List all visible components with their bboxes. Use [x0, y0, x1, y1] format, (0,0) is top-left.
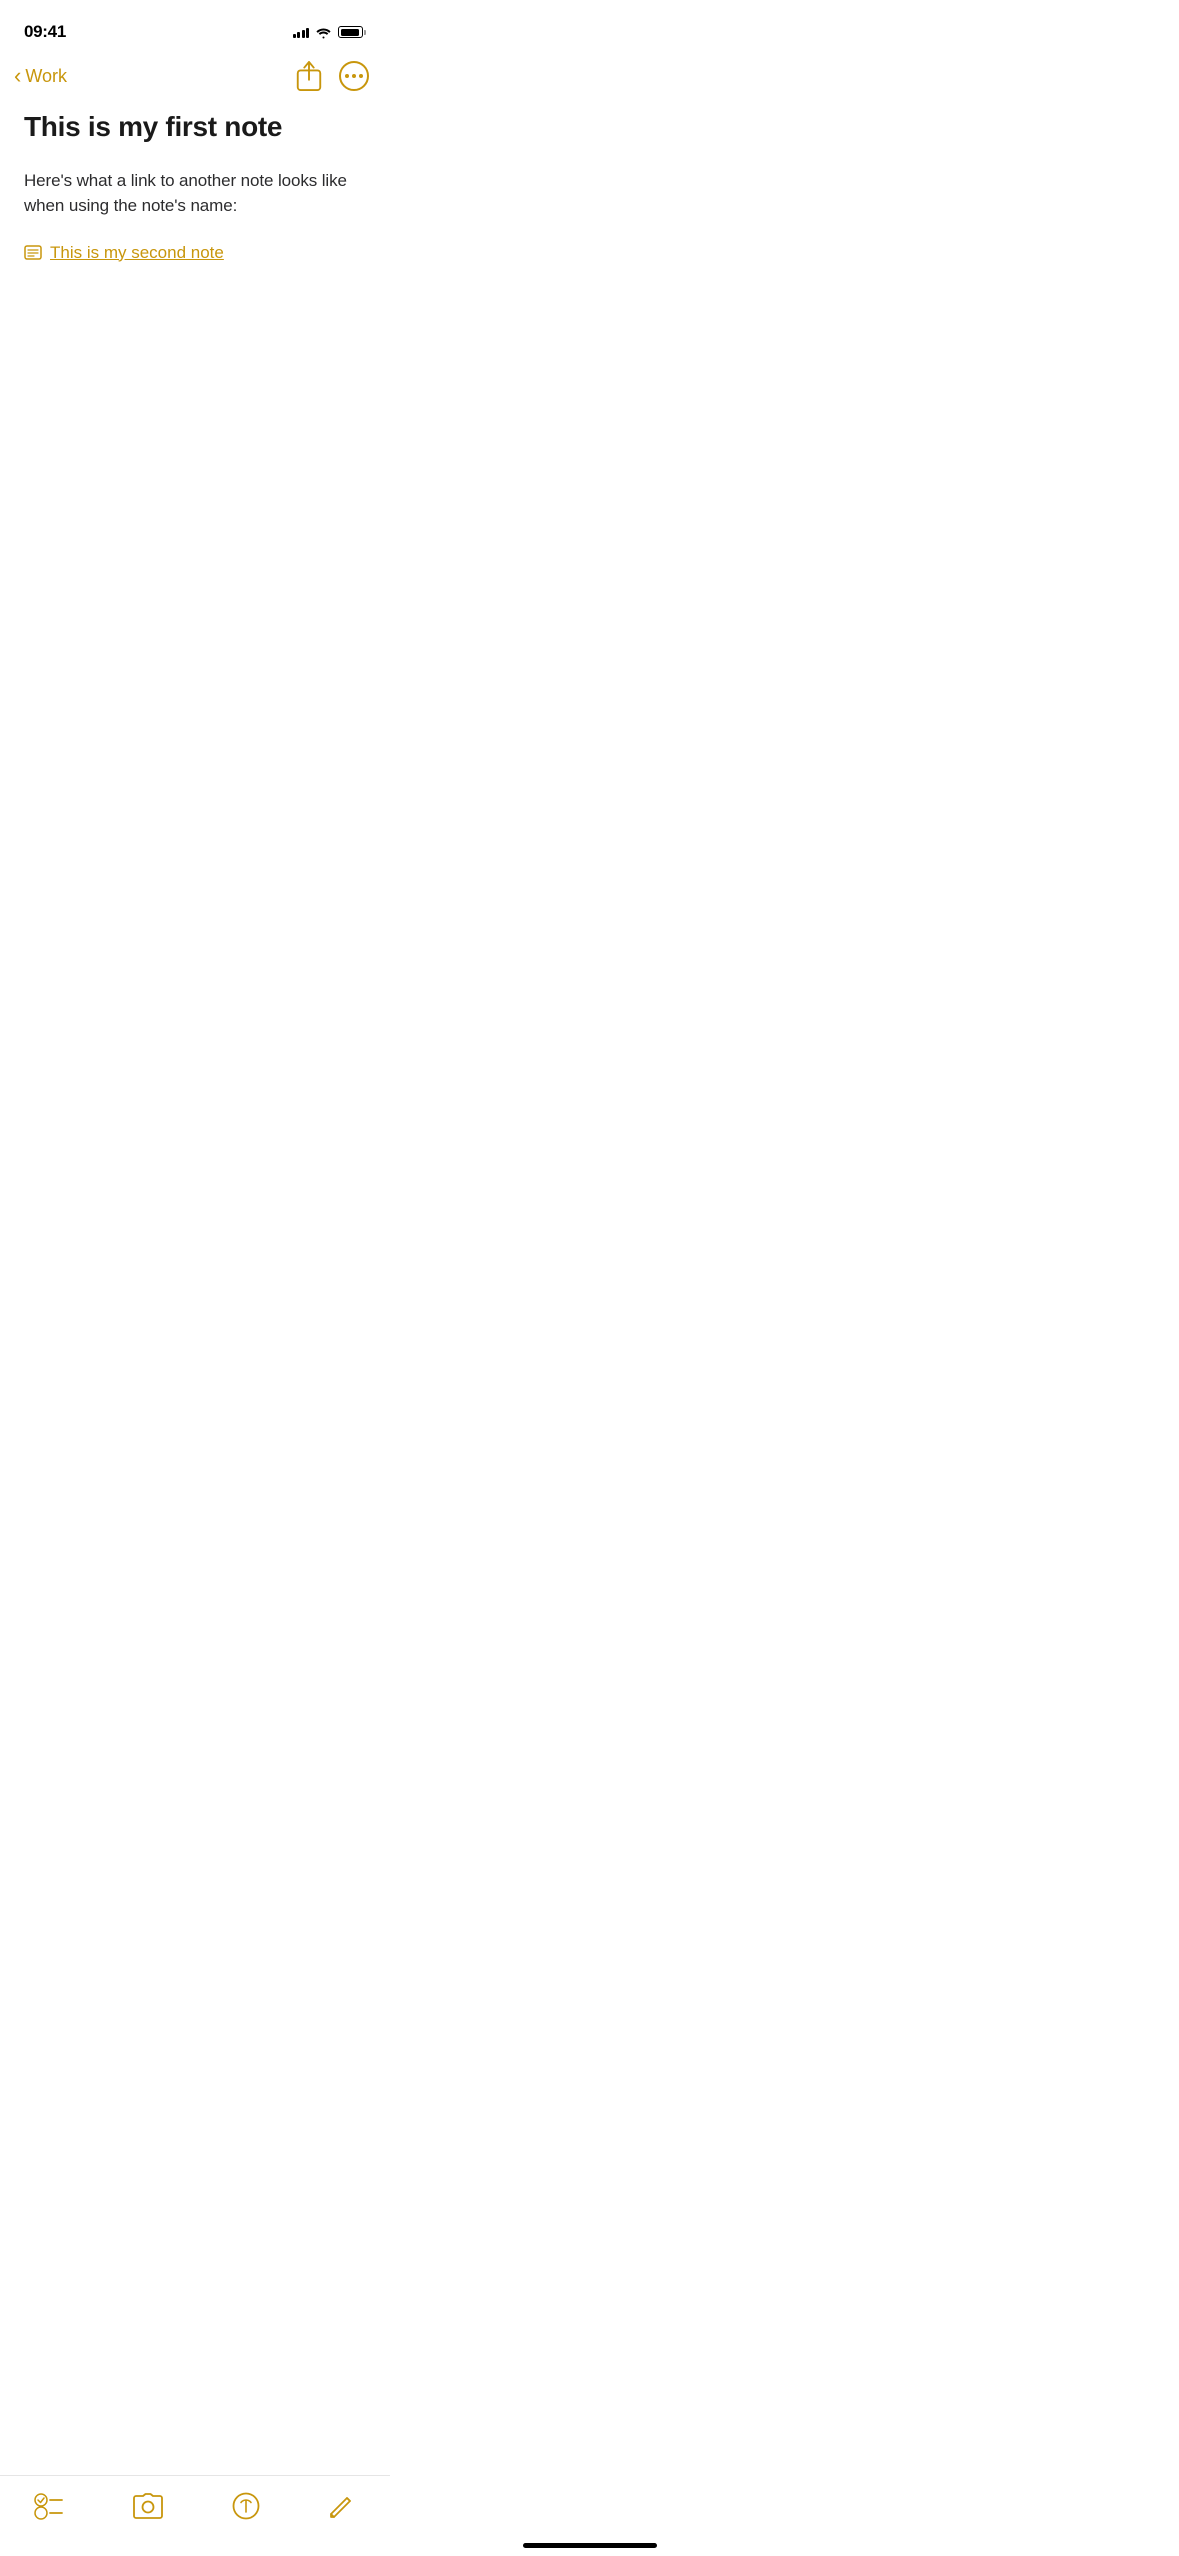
home-indicator [523, 2543, 657, 2548]
compose-button[interactable] [320, 2488, 364, 2524]
status-icons [293, 26, 367, 39]
checklist-icon [34, 2492, 64, 2520]
back-label: Work [25, 66, 67, 87]
share-icon [296, 61, 322, 91]
status-bar: 09:41 [0, 0, 390, 50]
back-chevron-icon: ‹ [14, 65, 21, 87]
camera-button[interactable] [124, 2489, 172, 2524]
checklist-button[interactable] [26, 2488, 72, 2524]
share-button[interactable] [296, 61, 322, 91]
camera-icon [132, 2493, 164, 2520]
more-icon [338, 60, 370, 92]
battery-icon [338, 26, 366, 38]
signal-bars-icon [293, 26, 310, 38]
compose-icon [328, 2492, 356, 2520]
more-button[interactable] [338, 60, 370, 92]
wifi-icon [315, 26, 332, 39]
bottom-toolbar [0, 2475, 390, 2556]
status-time: 09:41 [24, 22, 66, 42]
nav-bar: ‹ Work [0, 50, 390, 102]
markup-button[interactable] [224, 2488, 268, 2524]
note-body: Here's what a link to another note looks… [24, 168, 366, 219]
markup-icon [232, 2492, 260, 2520]
back-button[interactable]: ‹ Work [14, 66, 67, 87]
note-link-text: This is my second note [50, 243, 224, 263]
note-link[interactable]: This is my second note [24, 243, 366, 263]
note-link-icon [24, 245, 42, 260]
note-content: This is my first note Here's what a link… [0, 102, 390, 287]
note-title: This is my first note [24, 110, 366, 144]
nav-actions [296, 60, 370, 92]
